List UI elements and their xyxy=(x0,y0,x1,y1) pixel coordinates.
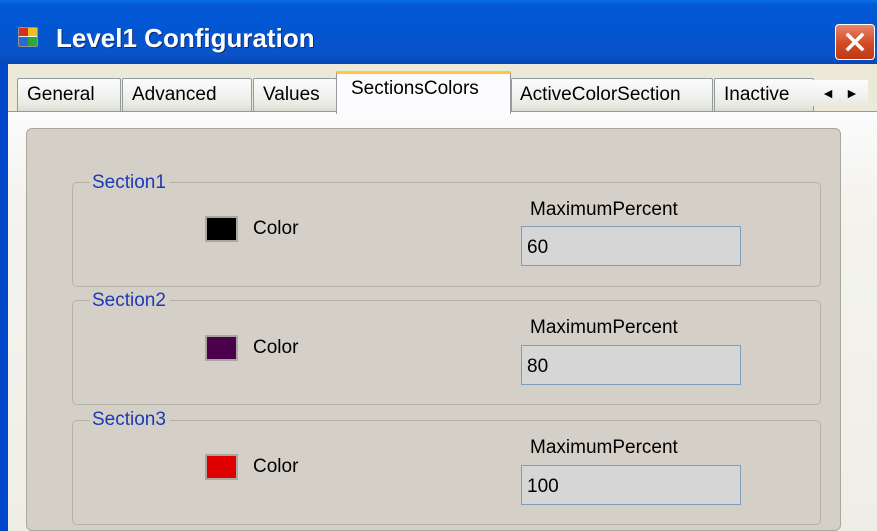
window-border xyxy=(0,64,8,531)
close-button[interactable] xyxy=(835,24,875,60)
section3-color-label: Color xyxy=(253,456,299,477)
tab-values[interactable]: Values xyxy=(253,78,337,111)
form-grid-icon xyxy=(17,26,39,48)
section1-maximumpercent-input[interactable]: 60 xyxy=(521,226,741,266)
tab-general[interactable]: General xyxy=(17,78,121,111)
close-x-icon xyxy=(845,32,865,52)
section1-color-swatch[interactable] xyxy=(205,216,238,242)
section2-maximumpercent-input[interactable]: 80 xyxy=(521,345,741,385)
tab-activecolorsection[interactable]: ActiveColorSection xyxy=(511,78,713,111)
tab-scroll-left-icon[interactable]: ◄ xyxy=(821,85,835,101)
section3-maximumpercent-input[interactable]: 100 xyxy=(521,465,741,505)
window-title: Level1 Configuration xyxy=(56,23,315,53)
tab-scroll-buttons: ◄ ► xyxy=(812,80,868,106)
section1-maximumpercent-label: MaximumPercent xyxy=(530,199,678,220)
section2-color-label: Color xyxy=(253,337,299,358)
section2-title: Section2 xyxy=(90,290,170,312)
section1-title: Section1 xyxy=(90,172,170,194)
tab-scroll-right-icon[interactable]: ► xyxy=(845,85,859,101)
section3-title: Section3 xyxy=(90,409,170,431)
section3-color-swatch[interactable] xyxy=(205,454,238,480)
section2-color-swatch[interactable] xyxy=(205,335,238,361)
section2-maximumpercent-label: MaximumPercent xyxy=(530,317,678,338)
tab-advanced[interactable]: Advanced xyxy=(122,78,252,111)
configuration-window: Level1 Configuration General Advanced Va… xyxy=(0,0,877,531)
tab-strip: General Advanced Values SectionsColors A… xyxy=(8,64,877,114)
tab-sectionscolors[interactable]: SectionsColors xyxy=(336,71,511,114)
tab-inactive[interactable]: Inactive xyxy=(714,78,814,111)
section1-color-label: Color xyxy=(253,218,299,239)
section3-maximumpercent-label: MaximumPercent xyxy=(530,437,678,458)
title-bar[interactable]: Level1 Configuration xyxy=(0,0,877,64)
